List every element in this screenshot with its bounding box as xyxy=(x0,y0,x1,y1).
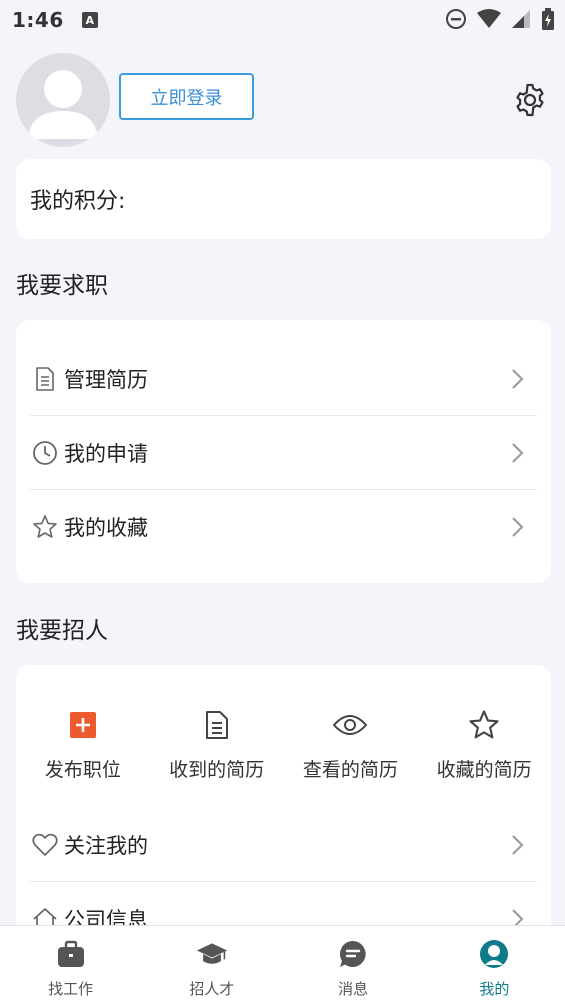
graduation-cap-icon xyxy=(196,938,228,970)
recruit-grid: 发布职位 收到的简历 查看的简历 收藏的简历 xyxy=(16,707,551,797)
status-time: 1:46 xyxy=(12,8,64,32)
nav-item-find-job[interactable]: 找工作 xyxy=(0,926,141,1004)
points-card[interactable]: 我的积分: xyxy=(16,159,551,239)
clock-icon xyxy=(30,438,60,468)
grid-label: 发布职位 xyxy=(44,759,121,781)
nav-label: 消息 xyxy=(338,980,369,998)
chevron-right-icon xyxy=(512,442,524,463)
add-icon xyxy=(65,707,101,743)
do-not-disturb-icon xyxy=(446,9,466,29)
document-icon xyxy=(30,364,60,394)
section-title-job-seek: 我要求职 xyxy=(16,273,108,299)
text-badge-icon: A xyxy=(81,12,98,28)
chevron-right-icon xyxy=(512,517,524,537)
profile-icon xyxy=(478,938,510,970)
chevron-right-icon xyxy=(512,834,524,855)
section-title-recruit: 我要招人 xyxy=(16,618,108,644)
nav-label: 找工作 xyxy=(48,980,94,998)
eye-icon xyxy=(332,707,368,743)
job-seek-card: 管理简历 我的申请 我的收藏 xyxy=(16,320,551,583)
login-button[interactable]: 立即登录 xyxy=(119,73,254,120)
manage-resume-row[interactable]: 管理简历 xyxy=(30,342,537,416)
wifi-icon xyxy=(477,9,501,28)
received-resumes-button[interactable]: 收到的简历 xyxy=(150,707,284,797)
gear-icon[interactable] xyxy=(512,82,548,118)
status-bar: 1:46 A xyxy=(0,0,565,40)
chevron-right-icon xyxy=(512,368,524,389)
row-label: 关注我的 xyxy=(64,833,148,858)
star-icon xyxy=(466,707,502,743)
points-label: 我的积分: xyxy=(30,189,126,214)
nav-item-talent[interactable]: 招人才 xyxy=(141,926,282,1004)
avatar[interactable] xyxy=(16,53,110,147)
my-applications-row[interactable]: 我的申请 xyxy=(30,416,537,490)
nav-item-mine[interactable]: 我的 xyxy=(424,926,565,1004)
bottom-nav: 找工作 招人才 消息 我的 xyxy=(0,925,565,1004)
post-job-button[interactable]: 发布职位 xyxy=(16,707,150,797)
star-icon xyxy=(30,512,60,542)
battery-icon xyxy=(542,8,554,30)
followers-row[interactable]: 关注我的 xyxy=(30,808,537,882)
nav-label: 招人才 xyxy=(189,980,235,998)
viewed-resumes-button[interactable]: 查看的简历 xyxy=(284,707,418,797)
grid-label: 查看的简历 xyxy=(302,759,398,781)
status-icons xyxy=(445,8,555,30)
document-icon xyxy=(199,707,235,743)
row-label: 我的申请 xyxy=(64,441,148,466)
nav-label: 我的 xyxy=(479,980,510,998)
row-label: 我的收藏 xyxy=(64,516,148,540)
grid-label: 收到的简历 xyxy=(169,759,265,781)
row-label: 管理简历 xyxy=(64,367,148,392)
message-icon xyxy=(337,938,369,970)
nav-item-messages[interactable]: 消息 xyxy=(283,926,424,1004)
user-placeholder-icon xyxy=(28,70,98,139)
recruit-card: 发布职位 收到的简历 查看的简历 收藏的简历 关注我的 公司信息 xyxy=(16,665,551,945)
signal-icon xyxy=(512,10,530,28)
briefcase-icon xyxy=(55,938,87,970)
grid-label: 收藏的简历 xyxy=(436,759,532,781)
heart-icon xyxy=(30,830,60,860)
my-favorites-row[interactable]: 我的收藏 xyxy=(30,490,537,564)
favorited-resumes-button[interactable]: 收藏的简历 xyxy=(417,707,551,797)
